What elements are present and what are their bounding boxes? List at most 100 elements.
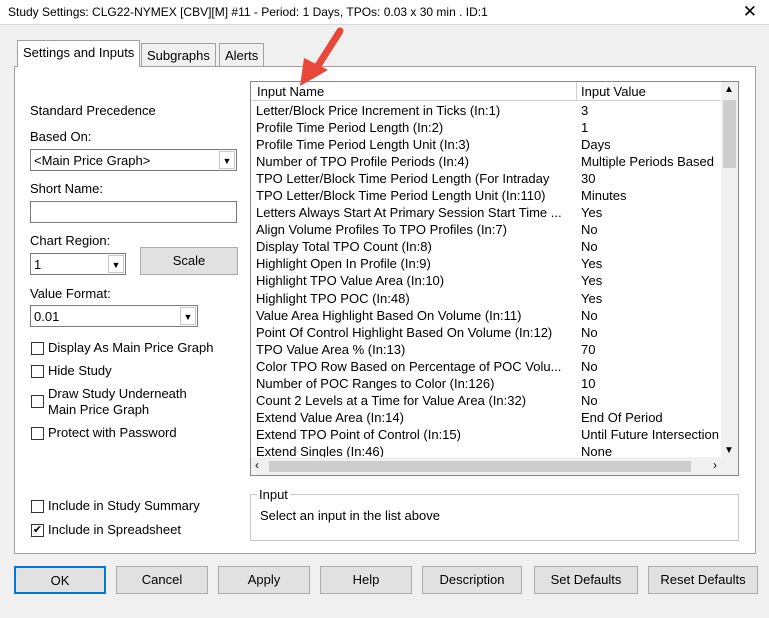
input-name-cell[interactable]: Letter/Block Price Increment in Ticks (I…	[256, 103, 574, 118]
scroll-right-icon[interactable]: ›	[713, 458, 717, 472]
input-name-cell[interactable]: Align Volume Profiles To TPO Profiles (I…	[256, 222, 574, 237]
input-name-cell[interactable]: Extend Value Area (In:14)	[256, 410, 574, 425]
column-divider[interactable]	[576, 82, 577, 101]
input-value-cell[interactable]: 10	[581, 376, 721, 391]
description-button[interactable]: Description	[422, 566, 522, 594]
hide-study-label: Hide Study	[48, 363, 112, 378]
horizontal-scrollbar[interactable]: ‹ ›	[251, 457, 721, 475]
chart-region-select[interactable]: 1 ▼	[30, 253, 126, 275]
help-button[interactable]: Help	[320, 566, 412, 594]
input-name-cell[interactable]: TPO Letter/Block Time Period Length Unit…	[256, 188, 574, 203]
reset-defaults-button[interactable]: Reset Defaults	[648, 566, 758, 594]
table-row[interactable]: Color TPO Row Based on Percentage of POC…	[251, 358, 721, 375]
input-value-cell[interactable]: End Of Period	[581, 410, 721, 425]
inputs-grid[interactable]: Input Name Input Value Letter/Block Pric…	[250, 81, 739, 476]
column-header-input-name[interactable]: Input Name	[257, 84, 324, 99]
input-value-cell[interactable]: Yes	[581, 256, 721, 271]
table-row[interactable]: Profile Time Period Length (In:2) 1	[251, 119, 721, 136]
table-row[interactable]: Extend TPO Point of Control (In:15) Until…	[251, 426, 721, 443]
table-row[interactable]: Value Area Highlight Based On Volume (In…	[251, 307, 721, 324]
input-name-cell[interactable]: Value Area Highlight Based On Volume (In…	[256, 308, 574, 323]
input-value-cell[interactable]: No	[581, 393, 721, 408]
table-row[interactable]: Align Volume Profiles To TPO Profiles (I…	[251, 221, 721, 238]
input-value-cell[interactable]: No	[581, 222, 721, 237]
horizontal-scroll-thumb[interactable]	[269, 461, 691, 472]
input-value-cell[interactable]: Until Future Intersection	[581, 427, 721, 442]
include-in-spreadsheet-checkbox[interactable]: ✔	[31, 524, 44, 537]
value-format-select[interactable]: 0.01 ▼	[30, 305, 198, 327]
table-row[interactable]: Letter/Block Price Increment in Ticks (I…	[251, 102, 721, 119]
based-on-value: <Main Price Graph>	[34, 153, 151, 168]
vertical-scrollbar[interactable]: ▲ ▼	[721, 82, 738, 458]
scroll-up-icon[interactable]: ▲	[724, 84, 734, 95]
input-value-cell[interactable]: No	[581, 308, 721, 323]
input-value-cell[interactable]: Yes	[581, 291, 721, 306]
set-defaults-button[interactable]: Set Defaults	[534, 566, 638, 594]
chevron-down-icon: ▼	[219, 151, 235, 169]
short-name-input[interactable]	[30, 201, 237, 223]
tab-subgraphs[interactable]: Subgraphs	[141, 43, 216, 67]
input-name-cell[interactable]: Highlight TPO POC (In:48)	[256, 291, 574, 306]
input-name-cell[interactable]: Letters Always Start At Primary Session …	[256, 205, 574, 220]
table-row[interactable]: Point Of Control Highlight Based On Volu…	[251, 324, 721, 341]
display-as-main-price-graph-checkbox[interactable]	[31, 342, 44, 355]
scale-button[interactable]: Scale	[140, 247, 238, 275]
input-value-cell[interactable]: No	[581, 359, 721, 374]
ok-button[interactable]: OK	[14, 566, 106, 594]
cancel-button[interactable]: Cancel	[116, 566, 208, 594]
input-name-cell[interactable]: Color TPO Row Based on Percentage of POC…	[256, 359, 574, 374]
input-name-cell[interactable]: Point Of Control Highlight Based On Volu…	[256, 325, 574, 340]
table-row[interactable]: TPO Letter/Block Time Period Length Unit…	[251, 187, 721, 204]
input-value-cell[interactable]: No	[581, 239, 721, 254]
table-row[interactable]: Highlight Open In Profile (In:9) Yes	[251, 255, 721, 272]
table-row[interactable]: Highlight TPO Value Area (In:10) Yes	[251, 272, 721, 289]
input-name-cell[interactable]: Highlight Open In Profile (In:9)	[256, 256, 574, 271]
scroll-left-icon[interactable]: ‹	[255, 458, 259, 472]
table-row[interactable]: TPO Letter/Block Time Period Length (For…	[251, 170, 721, 187]
close-icon[interactable]: ✕	[743, 2, 757, 22]
input-value-cell[interactable]: Days	[581, 137, 721, 152]
input-name-cell[interactable]: Count 2 Levels at a Time for Value Area …	[256, 393, 574, 408]
input-name-cell[interactable]: Profile Time Period Length (In:2)	[256, 120, 574, 135]
table-row[interactable]: Count 2 Levels at a Time for Value Area …	[251, 392, 721, 409]
input-value-cell[interactable]: Yes	[581, 273, 721, 288]
input-name-cell[interactable]: TPO Value Area % (In:13)	[256, 342, 574, 357]
input-value-cell[interactable]: No	[581, 325, 721, 340]
tab-settings-and-inputs[interactable]: Settings and Inputs	[17, 40, 141, 67]
draw-study-underneath-checkbox[interactable]	[31, 395, 44, 408]
input-description-group: Input Select an input in the list above	[250, 487, 739, 541]
table-row[interactable]: Profile Time Period Length Unit (In:3) Da…	[251, 136, 721, 153]
input-value-cell[interactable]: 1	[581, 120, 721, 135]
table-row[interactable]: Highlight TPO POC (In:48) Yes	[251, 290, 721, 307]
chart-region-label: Chart Region:	[30, 233, 111, 248]
include-in-study-summary-checkbox[interactable]	[31, 500, 44, 513]
table-row[interactable]: Display Total TPO Count (In:8) No	[251, 238, 721, 255]
table-row[interactable]: Number of POC Ranges to Color (In:126) 10	[251, 375, 721, 392]
tab-alerts[interactable]: Alerts	[219, 43, 265, 67]
input-value-cell[interactable]: 30	[581, 171, 721, 186]
input-name-cell[interactable]: Profile Time Period Length Unit (In:3)	[256, 137, 574, 152]
input-value-cell[interactable]: Multiple Periods Based	[581, 154, 721, 169]
apply-button[interactable]: Apply	[218, 566, 310, 594]
column-header-input-value[interactable]: Input Value	[581, 84, 646, 99]
table-row[interactable]: TPO Value Area % (In:13) 70	[251, 341, 721, 358]
input-value-cell[interactable]: Minutes	[581, 188, 721, 203]
input-value-cell[interactable]: 3	[581, 103, 721, 118]
table-row[interactable]: Number of TPO Profile Periods (In:4) Mult…	[251, 153, 721, 170]
based-on-select[interactable]: <Main Price Graph> ▼	[30, 149, 237, 171]
input-value-cell[interactable]: Yes	[581, 205, 721, 220]
input-name-cell[interactable]: Number of POC Ranges to Color (In:126)	[256, 376, 574, 391]
input-name-cell[interactable]: Highlight TPO Value Area (In:10)	[256, 273, 574, 288]
input-value-cell[interactable]: 70	[581, 342, 721, 357]
table-row[interactable]: Extend Value Area (In:14) End Of Period	[251, 409, 721, 426]
scroll-down-icon[interactable]: ▼	[724, 445, 734, 456]
input-name-cell[interactable]: Extend TPO Point of Control (In:15)	[256, 427, 574, 442]
input-name-cell[interactable]: Display Total TPO Count (In:8)	[256, 239, 574, 254]
table-row[interactable]: Letters Always Start At Primary Session …	[251, 204, 721, 221]
input-name-cell[interactable]: TPO Letter/Block Time Period Length (For…	[256, 171, 574, 186]
input-name-cell[interactable]: Number of TPO Profile Periods (In:4)	[256, 154, 574, 169]
include-in-study-summary-label: Include in Study Summary	[48, 498, 200, 513]
protect-with-password-checkbox[interactable]	[31, 427, 44, 440]
hide-study-checkbox[interactable]	[31, 365, 44, 378]
vertical-scroll-thumb[interactable]	[723, 100, 736, 168]
